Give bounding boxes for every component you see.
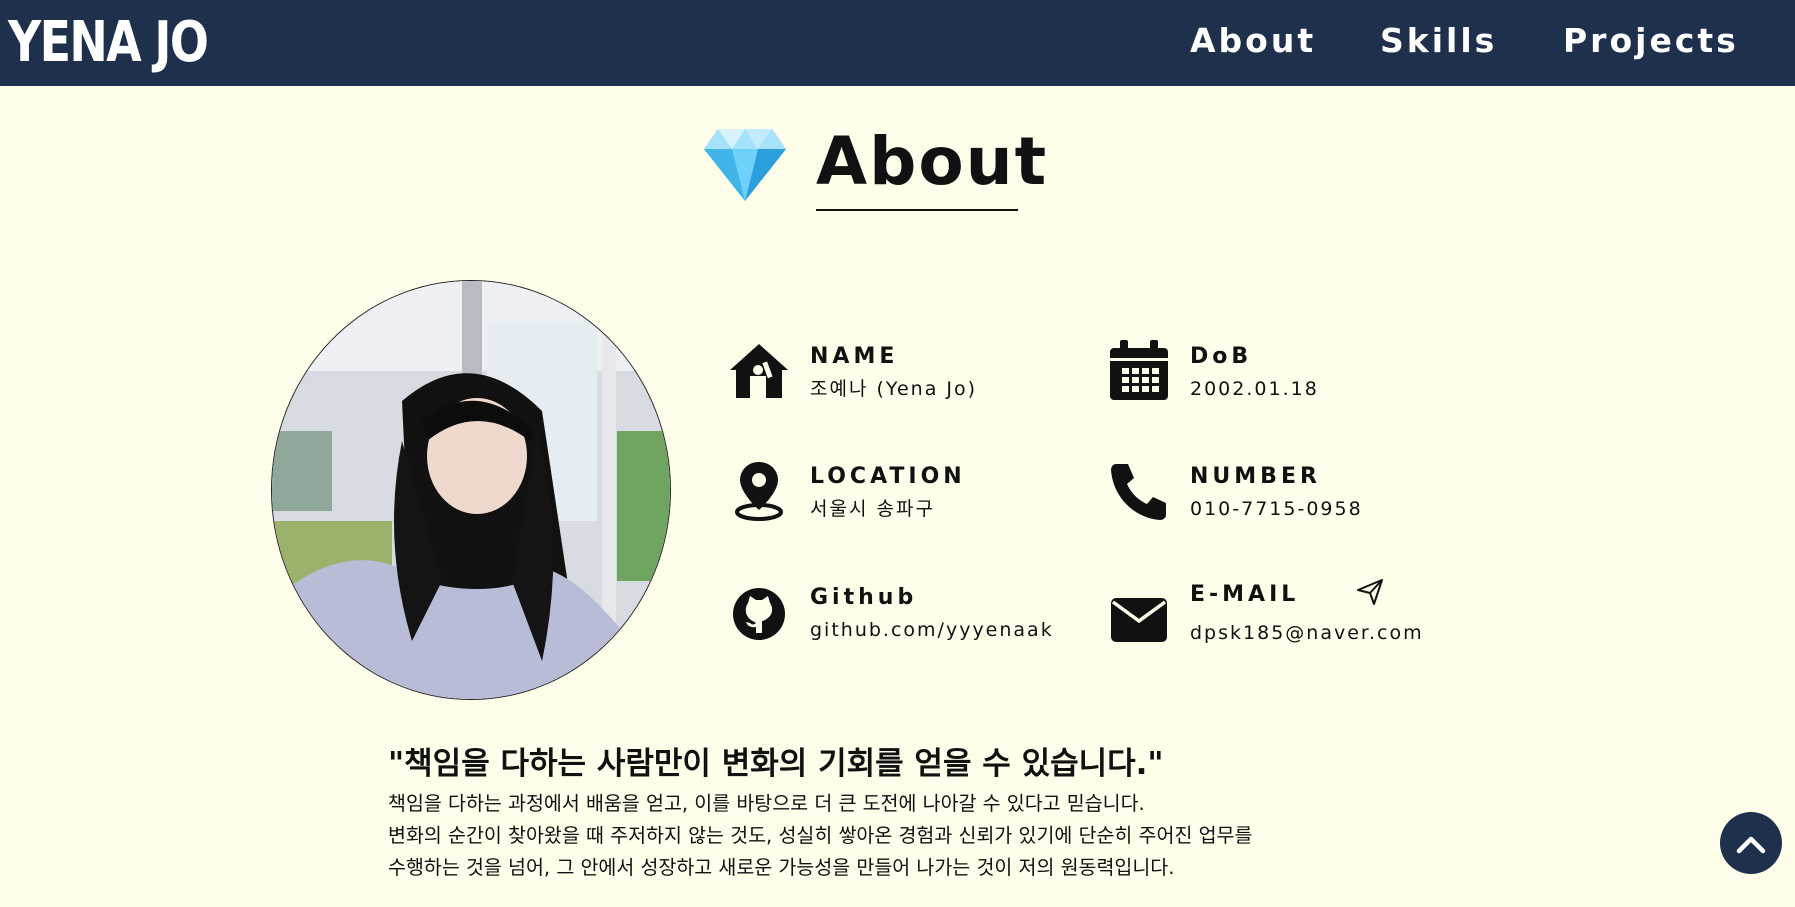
send-icon[interactable] bbox=[1356, 578, 1384, 606]
info-label: LOCATION bbox=[810, 464, 966, 489]
envelope-icon bbox=[1111, 598, 1167, 642]
info-value: 010-7715-0958 bbox=[1190, 498, 1363, 520]
nav-about[interactable]: About bbox=[1190, 18, 1316, 64]
profile-photo bbox=[271, 280, 671, 700]
section-title: About bbox=[816, 123, 1049, 200]
nav-projects[interactable]: Projects bbox=[1563, 18, 1739, 64]
profile-photo-illustration bbox=[272, 281, 670, 699]
diamond-icon bbox=[704, 129, 786, 201]
calendar-icon bbox=[1110, 340, 1168, 400]
info-label: DoB bbox=[1190, 344, 1253, 369]
top-navbar: YENA JO About Skills Projects bbox=[0, 0, 1795, 86]
info-label: Github bbox=[810, 585, 918, 610]
motto-line: 변화의 순간이 찾아왔을 때 주저하지 않는 것도, 성실히 쌓아온 경험과 신… bbox=[388, 824, 1253, 847]
motto-body: 책임을 다하는 과정에서 배움을 얻고, 이를 바탕으로 더 큰 도전에 나아갈… bbox=[388, 788, 1252, 884]
info-value: 2002.01.18 bbox=[1190, 378, 1319, 400]
motto-line: 수행하는 것을 넘어, 그 안에서 성장하고 새로운 가능성을 만들어 나가는 … bbox=[388, 856, 1175, 879]
email-link[interactable]: dpsk185@naver.com bbox=[1190, 620, 1424, 646]
info-location: LOCATION 서울시 송파구 bbox=[728, 460, 1068, 540]
github-link[interactable]: github.com/yyyenaak bbox=[810, 617, 1054, 643]
info-value: 서울시 송파구 bbox=[810, 498, 935, 520]
house-person-icon bbox=[730, 344, 788, 398]
info-name: NAME 조예나 (Yena Jo) bbox=[728, 340, 1068, 420]
motto-heading: "책임을 다하는 사람만이 변화의 기회를 얻을 수 있습니다." bbox=[388, 746, 1164, 782]
info-label: NUMBER bbox=[1190, 464, 1321, 489]
section-heading: About bbox=[704, 118, 1046, 218]
title-underline bbox=[816, 209, 1018, 211]
brand-logo[interactable]: YENA JO bbox=[8, 10, 209, 76]
info-dob: DoB 2002.01.18 bbox=[1108, 340, 1448, 420]
scroll-to-top-button[interactable] bbox=[1720, 812, 1782, 874]
info-label: E-MAIL bbox=[1190, 582, 1300, 607]
motto-line: 책임을 다하는 과정에서 배움을 얻고, 이를 바탕으로 더 큰 도전에 나아갈… bbox=[388, 792, 1145, 815]
info-number: NUMBER 010-7715-0958 bbox=[1108, 460, 1448, 540]
map-pin-icon bbox=[735, 462, 783, 521]
github-icon[interactable] bbox=[728, 581, 790, 643]
info-github[interactable]: Github github.com/yyyenaak bbox=[728, 581, 1068, 661]
info-email: E-MAIL dpsk185@naver.com bbox=[1108, 578, 1448, 658]
nav-skills[interactable]: Skills bbox=[1380, 18, 1497, 64]
phone-icon bbox=[1111, 464, 1166, 520]
info-label: NAME bbox=[810, 344, 899, 369]
info-value: 조예나 (Yena Jo) bbox=[810, 378, 978, 400]
chevron-up-icon bbox=[1736, 836, 1766, 854]
